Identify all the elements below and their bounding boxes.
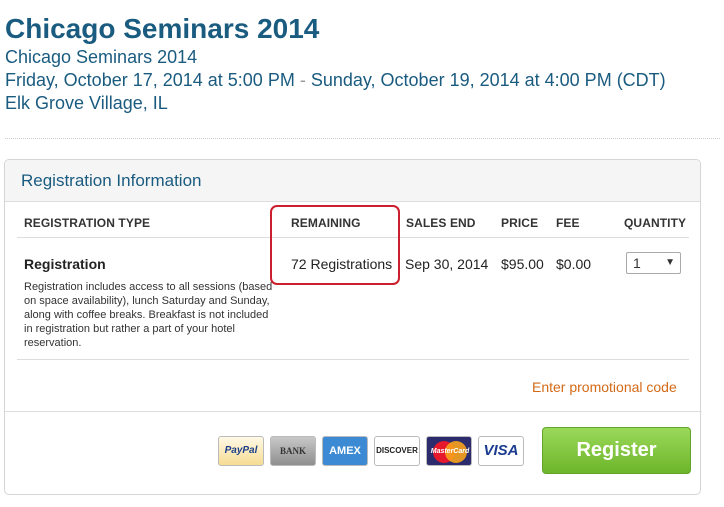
visa-icon: VISA <box>478 436 524 466</box>
mastercard-icon: MasterCard <box>426 436 472 466</box>
event-location: Elk Grove Village, IL <box>5 93 168 113</box>
col-sales-end: SALES END <box>406 216 476 230</box>
discover-icon: DISCOVER <box>374 436 420 466</box>
event-date: Friday, October 17, 2014 at 5:00 PM - Su… <box>5 68 720 92</box>
event-header: Chicago Seminars 2014 Chicago Seminars 2… <box>5 12 720 114</box>
ticket-sales-end: Sep 30, 2014 <box>405 256 489 272</box>
remaining-highlight <box>270 205 400 285</box>
body-rule <box>17 359 689 360</box>
quantity-select[interactable]: 1 ▼ <box>626 252 681 274</box>
promo-code-link[interactable]: Enter promotional code <box>532 379 677 395</box>
quantity-value: 1 <box>633 255 641 271</box>
paypal-icon: PayPal <box>218 436 264 466</box>
bank-icon: BANK <box>270 436 316 466</box>
header-divider <box>5 138 720 139</box>
footer-rule <box>5 411 702 412</box>
ticket-name: Registration <box>24 256 106 272</box>
event-end: Sunday, October 19, 2014 at 4:00 PM (CDT… <box>310 70 666 90</box>
date-separator: - <box>294 70 311 90</box>
chevron-down-icon: ▼ <box>665 257 675 268</box>
panel-heading: Registration Information <box>5 160 700 202</box>
ticket-description: Registration includes access to all sess… <box>24 281 273 349</box>
event-start: Friday, October 17, 2014 at 5:00 PM <box>5 70 295 90</box>
page-title: Chicago Seminars 2014 <box>5 13 320 44</box>
event-subtitle: Chicago Seminars 2014 <box>5 47 198 67</box>
col-registration-type: REGISTRATION TYPE <box>24 216 151 230</box>
amex-icon: AMEX <box>322 436 368 466</box>
ticket-price: $95.00 <box>501 256 544 272</box>
register-button[interactable]: Register <box>542 427 691 474</box>
col-price: PRICE <box>501 216 539 230</box>
col-quantity: QUANTITY <box>624 216 687 230</box>
col-fee: FEE <box>556 216 580 230</box>
ticket-fee: $0.00 <box>556 256 592 272</box>
mastercard-label: MasterCard <box>430 448 470 455</box>
